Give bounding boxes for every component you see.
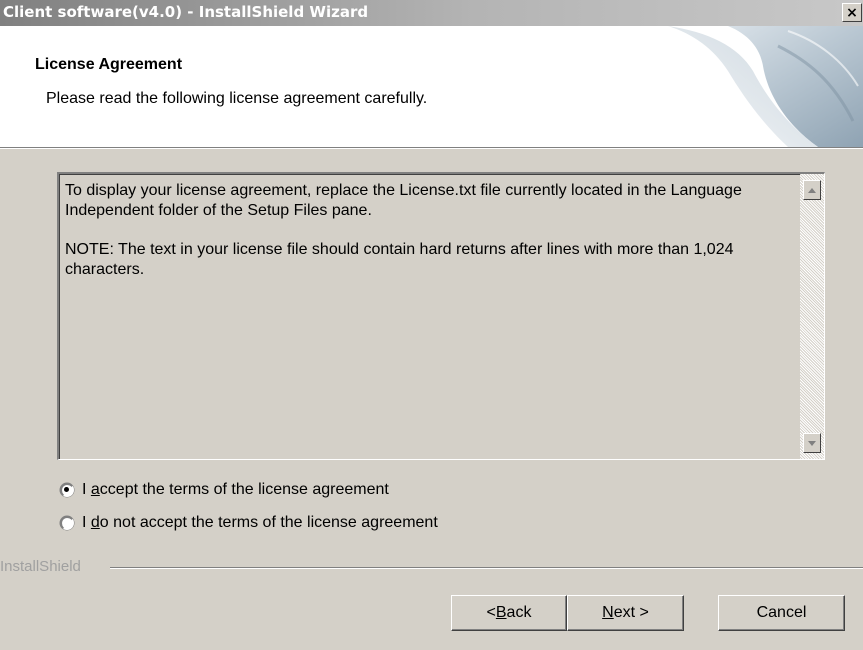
accept-radio[interactable] [60, 483, 74, 497]
scroll-up-button[interactable] [803, 180, 821, 200]
close-icon: × [846, 4, 858, 21]
window-title: Client software(v4.0) - InstallShield Wi… [3, 3, 369, 21]
page-subtitle: Please read the following license agreem… [46, 90, 428, 107]
scroll-down-button[interactable] [803, 433, 821, 453]
back-button[interactable]: < Back [451, 595, 567, 631]
license-text: To display your license agreement, repla… [65, 181, 795, 299]
page-curl-graphic [668, 26, 863, 147]
brand-divider [110, 567, 863, 569]
close-button[interactable]: × [842, 3, 862, 22]
page-title: License Agreement [35, 56, 183, 73]
brand-label: InstallShield [0, 558, 87, 576]
license-paragraph-2: NOTE: The text in your license file shou… [65, 241, 734, 278]
radio-selected-dot [64, 487, 69, 492]
vertical-scrollbar[interactable] [800, 174, 824, 459]
arrow-down-icon [808, 440, 816, 446]
arrow-up-icon [808, 187, 816, 193]
accept-option[interactable]: I accept the terms of the license agreem… [60, 480, 389, 500]
cancel-button[interactable]: Cancel [718, 595, 845, 631]
license-text-area[interactable]: To display your license agreement, repla… [57, 172, 825, 460]
next-button[interactable]: Next > [567, 595, 684, 631]
header-separator [0, 148, 863, 149]
wizard-header: License Agreement Please read the follow… [0, 26, 863, 148]
installshield-branding: InstallShield [0, 558, 863, 576]
title-bar: Client software(v4.0) - InstallShield Wi… [0, 0, 863, 26]
license-paragraph-1: To display your license agreement, repla… [65, 182, 742, 219]
accept-label[interactable]: I accept the terms of the license agreem… [82, 481, 389, 499]
decline-option[interactable]: I do not accept the terms of the license… [60, 513, 438, 533]
decline-label[interactable]: I do not accept the terms of the license… [82, 514, 438, 532]
decline-radio[interactable] [60, 516, 74, 530]
